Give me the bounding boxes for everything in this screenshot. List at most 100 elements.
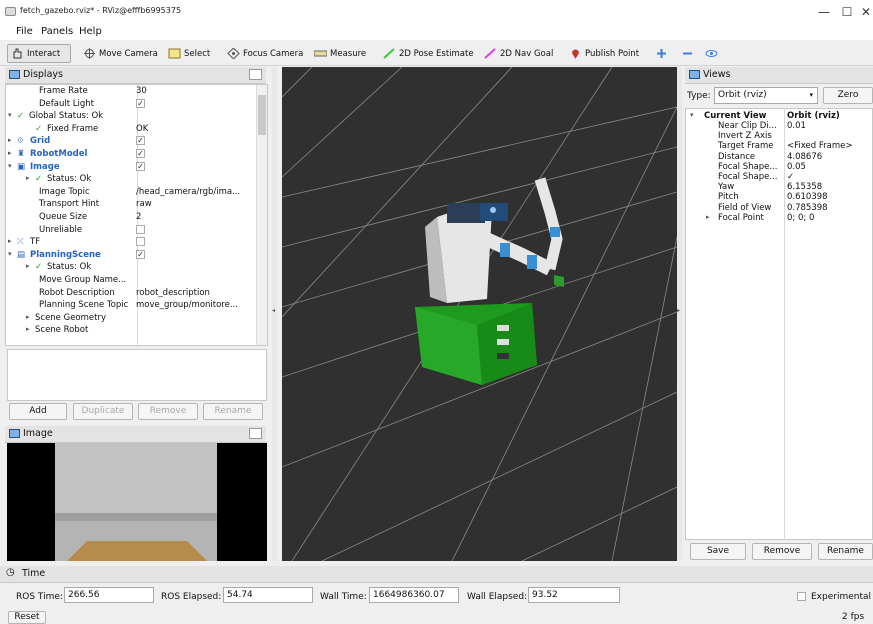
display-row-checkbox[interactable]: ✓	[136, 149, 145, 158]
remove-tool-button[interactable]	[678, 44, 697, 63]
view-prop-value[interactable]: ✓	[787, 172, 794, 182]
display-row-value[interactable]: robot_description	[136, 288, 210, 298]
displays-float-button[interactable]	[249, 69, 262, 80]
display-row[interactable]: Robot Description robot_description	[6, 288, 252, 299]
remove-display-button[interactable]: Remove	[138, 403, 198, 420]
view-prop-value[interactable]: 0.610398	[787, 192, 828, 202]
displays-scrollbar-thumb[interactable]	[258, 95, 266, 135]
status-ok-icon: ✓	[17, 111, 25, 122]
view-type-select[interactable]: Orbit (rviz) ▾	[714, 87, 818, 104]
tf-icon: ⤬	[17, 237, 24, 248]
display-row[interactable]: Frame Rate 30	[6, 86, 252, 97]
left-splitter[interactable]: ◂	[272, 67, 277, 561]
plus-icon	[657, 49, 666, 58]
ros-time-field[interactable]: 266.56	[64, 587, 154, 603]
view-prop-value[interactable]: 0.05	[787, 162, 806, 172]
display-row[interactable]: Image Topic/head_camera/rgb/ima...	[6, 187, 252, 198]
interact-tool[interactable]: Interact	[7, 44, 71, 63]
display-row[interactable]: Default Light ✓	[6, 98, 252, 110]
close-button[interactable]: ✕	[852, 3, 873, 21]
view-prop-value[interactable]: 6.15358	[787, 182, 822, 192]
select-tool[interactable]: Select	[165, 44, 213, 63]
expand-toggle-icon[interactable]: ▾	[8, 250, 12, 258]
menu-panels[interactable]: Panels	[41, 26, 73, 37]
view-prop-value[interactable]: <Fixed Frame>	[787, 141, 852, 151]
display-row[interactable]: ▸ ⟐ Grid ✓	[6, 136, 252, 147]
display-row-value[interactable]: /head_camera/rgb/ima...	[136, 187, 240, 197]
display-row[interactable]: Queue Size 2	[6, 212, 252, 223]
expand-toggle-icon[interactable]: ▸	[8, 237, 12, 245]
menu-file[interactable]: File	[16, 26, 33, 37]
view-prop-value[interactable]: 4.08676	[787, 152, 822, 162]
display-row-checkbox[interactable]	[136, 237, 145, 247]
zero-button[interactable]: Zero	[823, 87, 873, 104]
save-view-button[interactable]: Save	[690, 543, 746, 560]
display-row-checkbox[interactable]: ✓	[136, 136, 145, 146]
display-row[interactable]: Unreliable	[6, 224, 252, 236]
displays-scrollbar[interactable]	[256, 85, 267, 345]
display-row[interactable]: ▾ ✓ Global Status: Ok	[6, 111, 252, 122]
display-row[interactable]: ▸ Scene Geometry	[6, 313, 252, 324]
display-row[interactable]: ▸ ✓ Status: Ok	[6, 262, 252, 273]
menu-help[interactable]: Help	[79, 26, 102, 37]
display-row-checkbox[interactable]: ✓	[136, 249, 145, 259]
time-header: ◷ Time	[0, 566, 873, 583]
measure-tool[interactable]: Measure	[311, 44, 369, 63]
experimental-checkbox[interactable]	[797, 592, 806, 601]
expand-toggle-icon[interactable]: ▸	[26, 325, 30, 333]
add-tool-button[interactable]	[652, 44, 671, 63]
display-row[interactable]: ▸ ♜ RobotModel ✓	[6, 149, 252, 160]
display-row-value[interactable]: raw	[136, 199, 152, 209]
view-prop-value[interactable]: 0.01	[787, 121, 806, 131]
current-view-value: Orbit (rviz)	[787, 111, 840, 121]
view-prop-value[interactable]: 0; 0; 0	[787, 213, 814, 223]
wall-time-field[interactable]: 1664986360.07	[369, 587, 459, 603]
duplicate-display-button[interactable]: Duplicate	[73, 403, 133, 420]
display-row[interactable]: ▸ Scene Robot	[6, 325, 252, 336]
add-display-button[interactable]: Add	[9, 403, 67, 420]
display-row-value[interactable]: 2	[136, 212, 141, 222]
expand-toggle-icon[interactable]: ▸	[8, 136, 12, 144]
expand-toggle-icon[interactable]: ▾	[8, 162, 12, 170]
display-row-value[interactable]: move_group/monitore...	[136, 300, 238, 310]
right-splitter[interactable]: ▸	[677, 67, 682, 561]
current-view-collapse-icon[interactable]: ▾	[690, 111, 694, 119]
display-row[interactable]: Move Group Name...	[6, 275, 252, 286]
nav-goal-tool[interactable]: 2D Nav Goal	[481, 44, 556, 63]
expand-toggle-icon[interactable]: ▸	[8, 149, 12, 157]
publish-point-tool[interactable]: Publish Point	[566, 44, 642, 63]
display-row-label: Scene Geometry	[35, 312, 107, 323]
ros-elapsed-field[interactable]: 54.74	[223, 587, 313, 603]
display-row-checkbox[interactable]: ✓	[136, 98, 145, 108]
rename-view-button[interactable]: Rename	[818, 543, 873, 560]
displays-tree[interactable]: Frame Rate 30 Default Light ✓ ▾ ✓ Global Statu…	[5, 84, 268, 347]
pose-estimate-tool[interactable]: 2D Pose Estimate	[380, 44, 477, 63]
3d-viewport[interactable]	[282, 67, 677, 561]
display-row[interactable]: Planning Scene Topic move_group/monitore.…	[6, 300, 252, 311]
focus-camera-tool[interactable]: Focus Camera	[224, 44, 306, 63]
image-float-button[interactable]	[249, 428, 262, 439]
display-row[interactable]: ✓ Fixed Frame OK	[6, 124, 252, 135]
expand-toggle-icon[interactable]: ▸	[26, 262, 30, 270]
reset-button[interactable]: Reset	[8, 611, 46, 624]
display-row[interactable]: ▸ ✓ Status: Ok	[6, 174, 252, 185]
display-row[interactable]: ▾ ▤ PlanningScene ✓	[6, 249, 252, 261]
focal-point-expand-icon[interactable]: ▸	[706, 213, 710, 221]
remove-view-button[interactable]: Remove	[752, 543, 812, 560]
display-row-checkbox[interactable]	[136, 224, 145, 234]
display-row[interactable]: ▸ ⤬ TF	[6, 237, 252, 248]
view-prop-value[interactable]: 0.785398	[787, 203, 828, 213]
display-row[interactable]: Transport Hint raw	[6, 199, 252, 210]
wall-elapsed-field[interactable]: 93.52	[528, 587, 620, 603]
eye-tool-button[interactable]	[702, 44, 721, 63]
display-row-checkbox[interactable]: ✓	[136, 161, 145, 171]
expand-toggle-icon[interactable]: ▸	[26, 174, 30, 182]
display-row-value[interactable]: OK	[136, 124, 148, 134]
display-row-value[interactable]: 30	[136, 86, 147, 96]
expand-toggle-icon[interactable]: ▾	[8, 111, 12, 119]
rename-display-button[interactable]: Rename	[203, 403, 263, 420]
move-camera-tool[interactable]: Move Camera	[80, 44, 161, 63]
display-row[interactable]: ▾ ▣ Image ✓	[6, 161, 252, 173]
expand-toggle-icon[interactable]: ▸	[26, 313, 30, 321]
views-tree[interactable]: ▾ Current View Orbit (rviz) Near Clip Di…	[685, 108, 873, 540]
